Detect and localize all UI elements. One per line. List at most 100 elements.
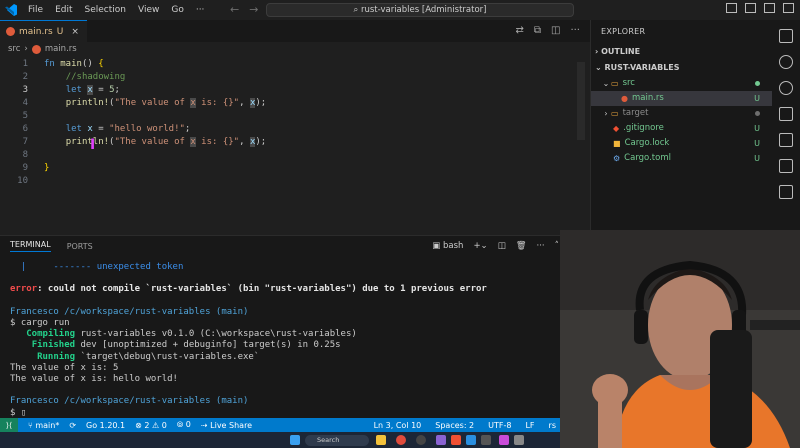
error-count: 2 [144, 420, 150, 430]
git-status-badge: U [754, 124, 760, 133]
split-terminal-icon[interactable]: ◫ [498, 241, 506, 251]
code-line[interactable]: 9} [0, 162, 590, 175]
code-line[interactable]: 1 fn main() { [0, 58, 590, 71]
menu-bar: File Edit Selection View Go ··· [22, 5, 210, 15]
terminal-output[interactable]: | ------- unexpected token error: could … [0, 256, 590, 425]
git-icon[interactable] [451, 435, 461, 445]
github-desktop-icon[interactable] [436, 435, 446, 445]
line-number: 2 [22, 72, 28, 82]
add-terminal-icon[interactable]: +⌄ [473, 241, 487, 251]
tree-item[interactable]: ■ Cargo.lock U [591, 136, 772, 151]
more-actions-icon[interactable]: ··· [537, 241, 545, 251]
editor-tab-main-rs[interactable]: main.rs U × [0, 20, 87, 42]
code-lines[interactable]: 1 fn main() {2 //shadowing 3 let x = 5; 4 p… [0, 58, 590, 188]
menu-go[interactable]: Go [165, 5, 189, 15]
copy-icon[interactable]: ⧉ [534, 25, 541, 36]
code-line[interactable]: 5 [0, 110, 590, 123]
tree-item[interactable]: ● main.rs U [591, 91, 772, 106]
line-number: 5 [22, 111, 28, 121]
close-icon[interactable]: × [71, 27, 79, 37]
tree-item[interactable]: ⚙ Cargo.toml U [591, 151, 772, 166]
extensions-icon[interactable] [779, 133, 793, 147]
warning-count: 0 [161, 420, 167, 430]
layout-icon[interactable] [783, 3, 794, 13]
rust-icon: ● [621, 94, 628, 103]
back-icon[interactable]: ← [230, 3, 249, 16]
files-icon[interactable] [779, 29, 793, 43]
tab-terminal[interactable]: TERMINAL [10, 240, 51, 252]
search-icon[interactable] [779, 55, 793, 69]
problems-indicator[interactable]: ⊗ 2 ⚠ 0 [135, 421, 167, 430]
menu-edit[interactable]: Edit [49, 5, 78, 15]
command-center[interactable]: ⌕ rust-variables [Administrator] [266, 3, 574, 17]
app2-taskbar-icon[interactable] [514, 435, 524, 445]
git-icon: ◆ [613, 124, 620, 133]
terminal-shell-selector[interactable]: ▣ bash [432, 241, 463, 251]
toggle-sidebar-icon[interactable] [726, 3, 737, 13]
code-line[interactable]: 4 println!("The value of x is: {}", x); [0, 97, 590, 110]
branch-indicator[interactable]: ⑂ main* [28, 421, 59, 430]
vscode-taskbar-icon[interactable] [466, 435, 476, 445]
indentation[interactable]: Spaces: 2 [435, 421, 474, 430]
outline-section[interactable]: › OUTLINE [591, 44, 772, 60]
tree-item[interactable]: ⌄ ▭ src [591, 76, 772, 91]
panel-actions: ▣ bash +⌄ ◫ 🗑 ··· ˄ × [432, 241, 576, 251]
tree-item[interactable]: › ▭ target [591, 106, 772, 121]
mouse-cursor-icon: I [90, 137, 96, 153]
split-editor-icon[interactable]: ◫ [551, 25, 560, 36]
maximize-panel-icon[interactable]: ˄ [555, 241, 559, 251]
taskbar-search[interactable]: Search [305, 435, 369, 446]
project-section[interactable]: ⌄ RUST-VARIABLES [591, 60, 772, 76]
compare-icon[interactable]: ⇄ [515, 25, 523, 36]
trash-icon[interactable]: 🗑 [516, 241, 527, 251]
code-line[interactable]: 3 let x = 5; [0, 84, 590, 97]
breadcrumb-file[interactable]: main.rs [45, 44, 77, 54]
chevron-right-icon: › [595, 47, 599, 56]
terminal-line: The value of x is: hello world! [10, 374, 178, 385]
windows-start-icon[interactable] [290, 435, 300, 445]
branch-label: main* [35, 420, 60, 430]
tree-item[interactable]: ◆ .gitignore U [591, 121, 772, 136]
status-bar: ⟩⟨ ⑂ main* ⟳ Go 1.20.1 ⊗ 2 ⚠ 0 ⦾ 0 ⇢ Liv… [0, 418, 560, 432]
menu-more[interactable]: ··· [190, 5, 211, 15]
end-of-line[interactable]: LF [525, 421, 534, 430]
docker-icon[interactable] [779, 159, 793, 173]
breadcrumb-src[interactable]: src [8, 44, 20, 54]
file-tree: ⌄ ▭ src ● main.rs U › ▭ target ◆ .gitignore U ■ Cargo… [591, 76, 772, 166]
menu-file[interactable]: File [22, 5, 49, 15]
terminal-taskbar-icon[interactable] [481, 435, 491, 445]
obs-icon[interactable] [416, 435, 426, 445]
code-line[interactable]: 8 [0, 149, 590, 162]
source-control-icon[interactable] [779, 81, 793, 95]
go-version[interactable]: Go 1.20.1 [86, 421, 125, 430]
toggle-panel-icon[interactable] [745, 3, 756, 13]
language-mode[interactable]: rs [549, 421, 556, 430]
encoding[interactable]: UTF-8 [488, 421, 511, 430]
chevron-right-icon: › [24, 44, 28, 54]
code-line[interactable]: 7 println!("The value of x is: {}", x); [0, 136, 590, 149]
remote-explorer-icon[interactable] [779, 185, 793, 199]
command-center-label: rust-variables [Administrator] [360, 5, 487, 15]
file-explorer-icon[interactable] [376, 435, 386, 445]
menu-view[interactable]: View [132, 5, 165, 15]
code-line[interactable]: 10 [0, 175, 590, 188]
more-actions-icon[interactable]: ··· [570, 25, 580, 36]
git-status-badge: U [754, 139, 760, 148]
remote-indicator-icon[interactable]: ⟩⟨ [0, 418, 18, 432]
sync-icon[interactable]: ⟳ [69, 421, 76, 430]
app-taskbar-icon[interactable] [499, 435, 509, 445]
code-line[interactable]: 2 //shadowing [0, 71, 590, 84]
live-share-button[interactable]: ⇢ Live Share [201, 421, 252, 430]
menu-selection[interactable]: Selection [79, 5, 132, 15]
toggle-secondary-icon[interactable] [764, 3, 775, 13]
nav-arrows[interactable]: ←→ [230, 3, 268, 16]
code-line[interactable]: 6 let x = "hello world!"; [0, 123, 590, 136]
bottom-panel: TERMINAL PORTS ▣ bash +⌄ ◫ 🗑 ··· ˄ × | -… [0, 235, 590, 418]
cursor-position[interactable]: Ln 3, Col 10 [374, 421, 422, 430]
ports-indicator[interactable]: ⦾ 0 [177, 420, 191, 430]
chrome-icon[interactable] [396, 435, 406, 445]
run-debug-icon[interactable] [779, 107, 793, 121]
minimap[interactable] [577, 62, 585, 140]
tab-label: main.rs [19, 26, 53, 37]
tab-ports[interactable]: PORTS [67, 242, 93, 251]
